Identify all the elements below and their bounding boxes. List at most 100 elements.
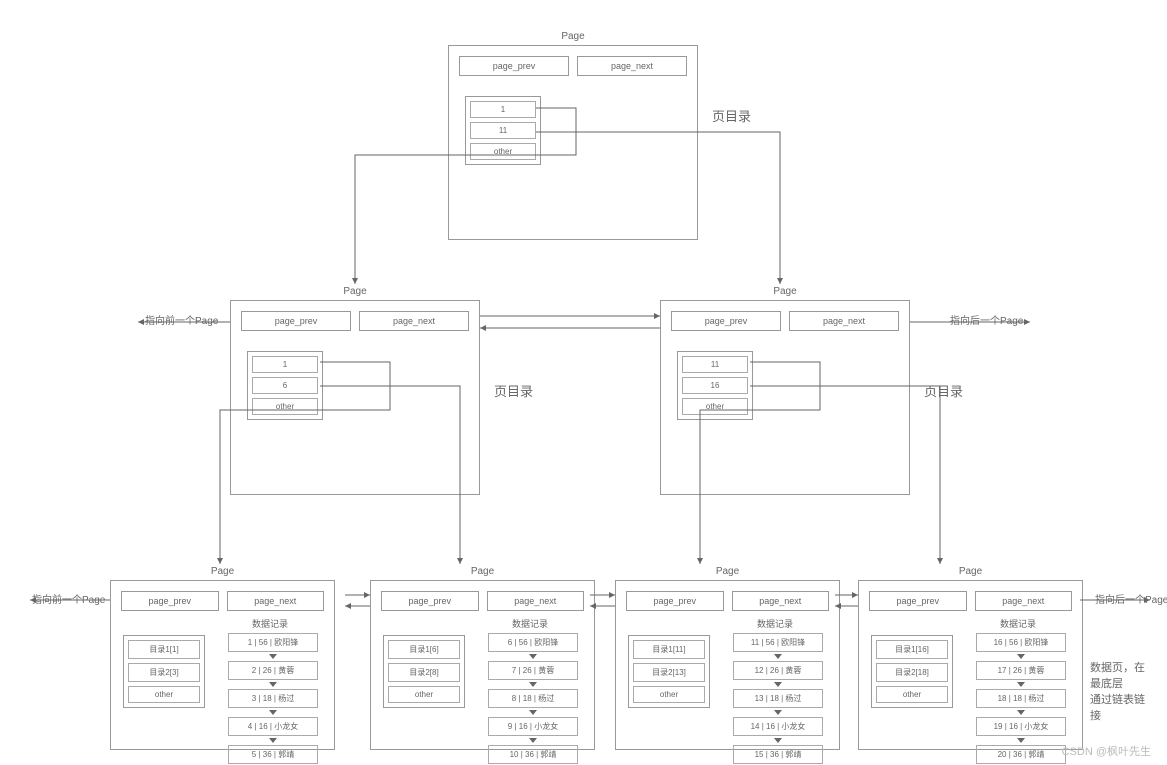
down-arrow-icon bbox=[269, 710, 277, 715]
entry: 目录2[3] bbox=[128, 663, 200, 682]
page-next-box: page_next bbox=[975, 591, 1073, 611]
page-title: Page bbox=[343, 286, 366, 297]
record-row: 9 | 16 | 小龙女 bbox=[488, 717, 578, 736]
root-page: Page page_prev page_next 1 11 other 页目录 bbox=[448, 45, 698, 240]
mid-page-right: Page page_prev page_next 11 16 other 页目录 bbox=[660, 300, 910, 495]
entry: 目录2[13] bbox=[633, 663, 705, 682]
leaf-dir-entries: 目录1[6] 目录2[8] other bbox=[383, 635, 465, 708]
records-label: 数据记录 bbox=[512, 617, 548, 630]
pointer-row: page_prev page_next bbox=[121, 591, 324, 611]
leaf-records: 数据记录 1 | 56 | 欧阳锋 2 | 26 | 黄蓉 3 | 18 | 杨… bbox=[228, 633, 318, 764]
page-title: Page bbox=[471, 566, 494, 577]
page-prev-box: page_prev bbox=[869, 591, 967, 611]
down-arrow-icon bbox=[774, 682, 782, 687]
entry: other bbox=[682, 398, 748, 415]
entry: other bbox=[633, 686, 705, 703]
leaf-records: 数据记录 6 | 56 | 欧阳锋 7 | 26 | 黄蓉 8 | 18 | 杨… bbox=[488, 633, 578, 764]
down-arrow-icon bbox=[774, 710, 782, 715]
entry: other bbox=[876, 686, 948, 703]
down-arrow-icon bbox=[774, 654, 782, 659]
records-label: 数据记录 bbox=[757, 617, 793, 630]
record-row: 5 | 36 | 郭靖 bbox=[228, 745, 318, 764]
page-title: Page bbox=[211, 566, 234, 577]
record-row: 15 | 36 | 郭靖 bbox=[733, 745, 823, 764]
next-page-text: 指向后一个Page bbox=[1095, 591, 1167, 606]
watermark: CSDN @枫叶先生 bbox=[1062, 743, 1151, 759]
entry: 16 bbox=[682, 377, 748, 394]
down-arrow-icon bbox=[529, 682, 537, 687]
record-row: 8 | 18 | 杨过 bbox=[488, 689, 578, 708]
record-row: 11 | 56 | 欧阳锋 bbox=[733, 633, 823, 652]
pointer-row: page_prev page_next bbox=[869, 591, 1072, 611]
page-prev-box: page_prev bbox=[121, 591, 219, 611]
record-row: 6 | 56 | 欧阳锋 bbox=[488, 633, 578, 652]
down-arrow-icon bbox=[774, 738, 782, 743]
record-row: 10 | 36 | 郭靖 bbox=[488, 745, 578, 764]
mid-entries: 1 6 other bbox=[247, 351, 323, 420]
leaf-page: Page page_prev page_next 目录1[1]目录2[3]oth… bbox=[110, 580, 335, 750]
entry: 目录1[6] bbox=[388, 640, 460, 659]
dir-label: 页目录 bbox=[494, 381, 533, 400]
pointer-row: page_prev page_next bbox=[241, 311, 469, 331]
record-row: 20 | 36 | 郭靖 bbox=[976, 745, 1066, 764]
prev-page-text: 指向前一个Page bbox=[32, 591, 105, 606]
down-arrow-icon bbox=[529, 710, 537, 715]
record-row: 18 | 18 | 杨过 bbox=[976, 689, 1066, 708]
down-arrow-icon bbox=[529, 738, 537, 743]
entry: other bbox=[128, 686, 200, 703]
record-row: 12 | 26 | 黄蓉 bbox=[733, 661, 823, 680]
entry: other bbox=[252, 398, 318, 415]
entry: 6 bbox=[252, 377, 318, 394]
page-title: Page bbox=[959, 566, 982, 577]
pointer-row: page_prev page_next bbox=[626, 591, 829, 611]
down-arrow-icon bbox=[269, 654, 277, 659]
prev-page-text: 指向前一个Page bbox=[145, 312, 218, 327]
record-row: 19 | 16 | 小龙女 bbox=[976, 717, 1066, 736]
entry: 目录1[11] bbox=[633, 640, 705, 659]
leaf-dir-entries: 目录1[1] 目录2[3] other bbox=[123, 635, 205, 708]
leaf-page: Page page_prev page_next 目录1[11]目录2[13]o… bbox=[615, 580, 840, 750]
dir-label: 页目录 bbox=[712, 106, 751, 125]
leaf-dir-entries: 目录1[11] 目录2[13] other bbox=[628, 635, 710, 708]
data-page-note: 数据页，在 最底层 通过链表链 接 bbox=[1090, 660, 1145, 724]
records-label: 数据记录 bbox=[1000, 617, 1036, 630]
entry: 11 bbox=[682, 356, 748, 373]
page-prev-box: page_prev bbox=[626, 591, 724, 611]
record-row: 1 | 56 | 欧阳锋 bbox=[228, 633, 318, 652]
page-next-box: page_next bbox=[227, 591, 325, 611]
down-arrow-icon bbox=[529, 654, 537, 659]
pointer-row: page_prev page_next bbox=[671, 311, 899, 331]
down-arrow-icon bbox=[269, 738, 277, 743]
page-prev-box: page_prev bbox=[459, 56, 569, 76]
page-next-box: page_next bbox=[732, 591, 830, 611]
page-title: Page bbox=[773, 286, 796, 297]
leaf-records: 数据记录 11 | 56 | 欧阳锋 12 | 26 | 黄蓉 13 | 18 … bbox=[733, 633, 823, 764]
entry: 目录1[1] bbox=[128, 640, 200, 659]
entry: other bbox=[470, 143, 536, 160]
down-arrow-icon bbox=[1017, 738, 1025, 743]
record-row: 16 | 56 | 欧阳锋 bbox=[976, 633, 1066, 652]
dir-label: 页目录 bbox=[924, 381, 963, 400]
entry: other bbox=[388, 686, 460, 703]
page-prev-box: page_prev bbox=[381, 591, 479, 611]
records-label: 数据记录 bbox=[252, 617, 288, 630]
entry: 1 bbox=[470, 101, 536, 118]
down-arrow-icon bbox=[1017, 710, 1025, 715]
pointer-row: page_prev page_next bbox=[459, 56, 687, 76]
page-prev-box: page_prev bbox=[671, 311, 781, 331]
record-row: 7 | 26 | 黄蓉 bbox=[488, 661, 578, 680]
entry: 目录2[8] bbox=[388, 663, 460, 682]
leaf-page: Page page_prev page_next 目录1[6]目录2[8]oth… bbox=[370, 580, 595, 750]
record-row: 4 | 16 | 小龙女 bbox=[228, 717, 318, 736]
down-arrow-icon bbox=[269, 682, 277, 687]
record-row: 2 | 26 | 黄蓉 bbox=[228, 661, 318, 680]
entry: 目录1[16] bbox=[876, 640, 948, 659]
next-page-text: 指向后一个Page bbox=[950, 312, 1023, 327]
down-arrow-icon bbox=[1017, 654, 1025, 659]
mid-entries: 11 16 other bbox=[677, 351, 753, 420]
leaf-page: Page page_prev page_next 目录1[16]目录2[18]o… bbox=[858, 580, 1083, 750]
down-arrow-icon bbox=[1017, 682, 1025, 687]
record-row: 13 | 18 | 杨过 bbox=[733, 689, 823, 708]
page-next-box: page_next bbox=[487, 591, 585, 611]
page-title: Page bbox=[561, 31, 584, 42]
